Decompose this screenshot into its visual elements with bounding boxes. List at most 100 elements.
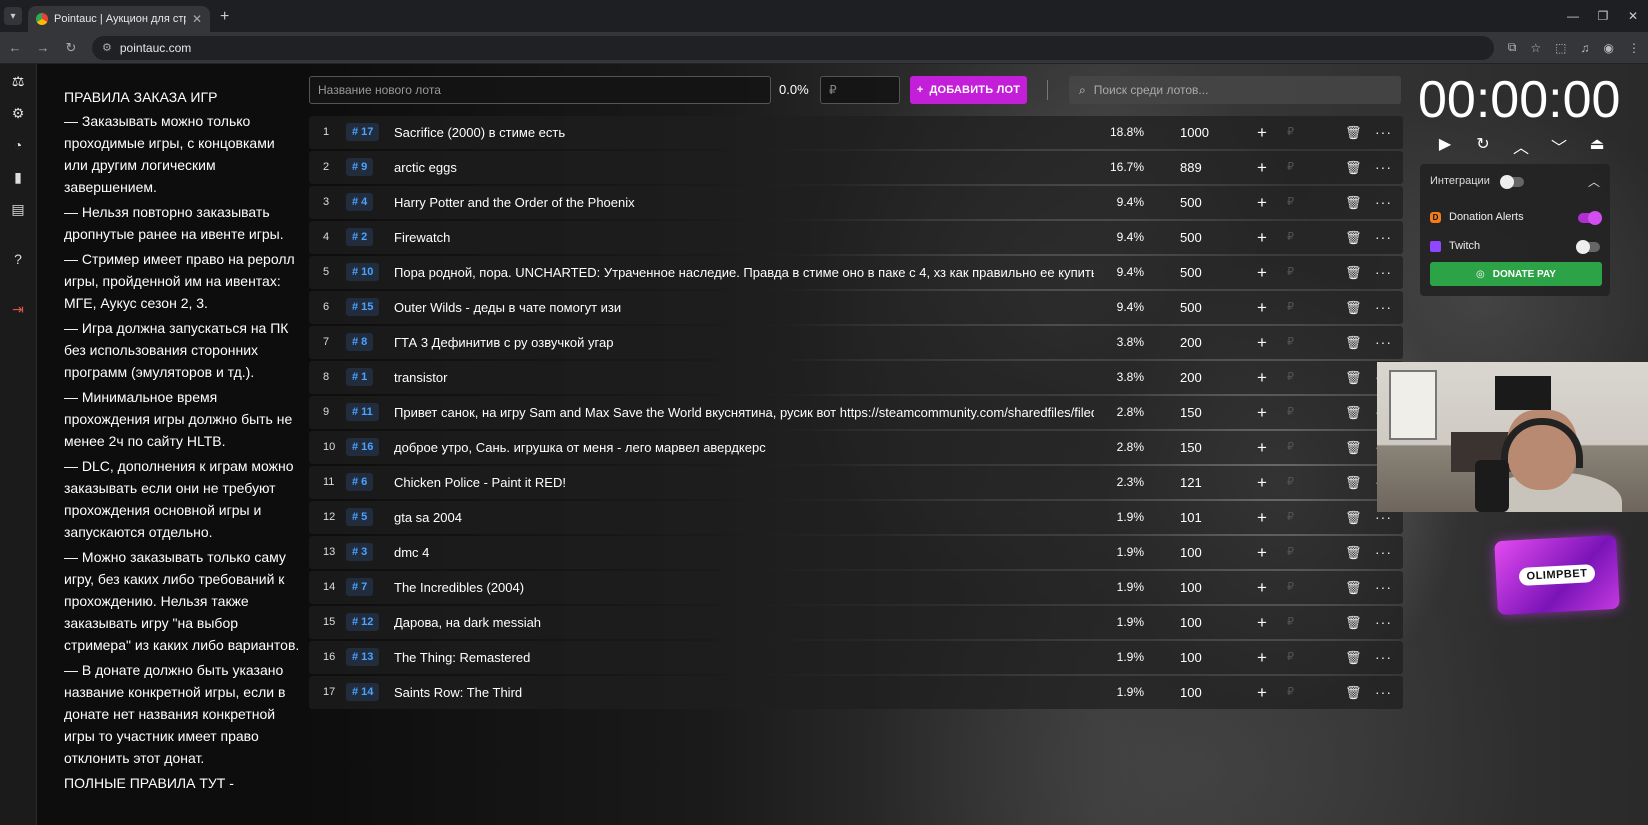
lot-id-badge[interactable]: # 15 bbox=[346, 298, 380, 316]
add-amount-plus-icon[interactable]: + bbox=[1257, 186, 1267, 219]
delete-trash-icon[interactable]: 🗑 bbox=[1345, 256, 1362, 289]
lot-name[interactable]: Firewatch bbox=[394, 221, 1094, 254]
delete-trash-icon[interactable]: 🗑 bbox=[1345, 116, 1362, 149]
add-amount-plus-icon[interactable]: + bbox=[1257, 571, 1267, 604]
lot-id-badge[interactable]: # 3 bbox=[346, 543, 374, 561]
double-chevron-up-icon[interactable]: ⏏ bbox=[1588, 134, 1606, 158]
lot-id-badge[interactable]: # 10 bbox=[346, 263, 380, 281]
delete-trash-icon[interactable]: 🗑 bbox=[1345, 151, 1362, 184]
lot-amount[interactable]: 121 bbox=[1180, 466, 1202, 499]
wheel-icon[interactable]: ◔ bbox=[7, 134, 29, 156]
bookmark-star-icon[interactable]: ☆ bbox=[1530, 41, 1541, 55]
lot-amount[interactable]: 500 bbox=[1180, 186, 1202, 219]
translate-icon[interactable]: ⧉ bbox=[1508, 40, 1517, 55]
reload-icon[interactable]: ↻ bbox=[64, 40, 78, 56]
lot-id-badge[interactable]: # 5 bbox=[346, 508, 374, 526]
maximize-icon[interactable]: ❐ bbox=[1588, 9, 1618, 23]
delete-trash-icon[interactable]: 🗑 bbox=[1345, 361, 1362, 394]
add-amount-plus-icon[interactable]: + bbox=[1257, 151, 1267, 184]
tab-list-button[interactable]: ▾ bbox=[4, 7, 22, 25]
lot-name[interactable]: доброе утро, Сань. игрушка от меня - лег… bbox=[394, 431, 1094, 464]
delete-trash-icon[interactable]: 🗑 bbox=[1345, 326, 1362, 359]
new-lot-amount-input[interactable]: ₽ bbox=[820, 76, 900, 104]
lot-amount[interactable]: 200 bbox=[1180, 326, 1202, 359]
lot-name[interactable]: Дарова, на dark messiah bbox=[394, 606, 1094, 639]
ruble-input[interactable]: ₽ bbox=[1287, 466, 1294, 499]
delete-trash-icon[interactable]: 🗑 bbox=[1345, 501, 1362, 534]
lot-id-badge[interactable]: # 12 bbox=[346, 613, 380, 631]
lot-name[interactable]: The Incredibles (2004) bbox=[394, 571, 1094, 604]
add-amount-plus-icon[interactable]: + bbox=[1257, 466, 1267, 499]
lot-name[interactable]: Outer Wilds - деды в чате помогут изи bbox=[394, 291, 1094, 324]
ruble-input[interactable]: ₽ bbox=[1287, 291, 1294, 324]
ruble-input[interactable]: ₽ bbox=[1287, 676, 1294, 709]
delete-trash-icon[interactable]: 🗑 bbox=[1345, 396, 1362, 429]
site-info-icon[interactable]: ⚙ bbox=[102, 41, 112, 54]
ruble-input[interactable]: ₽ bbox=[1287, 361, 1294, 394]
lot-name[interactable]: The Thing: Remastered bbox=[394, 641, 1094, 674]
more-options-icon[interactable]: ··· bbox=[1375, 676, 1392, 709]
reset-icon[interactable]: ↻ bbox=[1474, 134, 1492, 158]
lot-name[interactable]: Harry Potter and the Order of the Phoeni… bbox=[394, 186, 1094, 219]
ruble-input[interactable]: ₽ bbox=[1287, 186, 1294, 219]
lot-amount[interactable]: 100 bbox=[1180, 536, 1202, 569]
ruble-input[interactable]: ₽ bbox=[1287, 641, 1294, 674]
menu-icon[interactable]: ⋮ bbox=[1628, 41, 1640, 55]
chevron-up-icon[interactable]: ︿ bbox=[1512, 134, 1530, 158]
lot-id-badge[interactable]: # 14 bbox=[346, 683, 380, 701]
delete-trash-icon[interactable]: 🗑 bbox=[1345, 676, 1362, 709]
lot-id-badge[interactable]: # 17 bbox=[346, 123, 380, 141]
more-options-icon[interactable]: ··· bbox=[1375, 326, 1392, 359]
add-amount-plus-icon[interactable]: + bbox=[1257, 536, 1267, 569]
lot-amount[interactable]: 150 bbox=[1180, 396, 1202, 429]
more-options-icon[interactable]: ··· bbox=[1375, 151, 1392, 184]
help-icon[interactable]: ? bbox=[7, 248, 29, 270]
ruble-input[interactable]: ₽ bbox=[1287, 326, 1294, 359]
more-options-icon[interactable]: ··· bbox=[1375, 641, 1392, 674]
lot-name[interactable]: gta sa 2004 bbox=[394, 501, 1094, 534]
more-options-icon[interactable]: ··· bbox=[1375, 606, 1392, 639]
forward-icon[interactable]: → bbox=[36, 40, 50, 55]
close-tab-icon[interactable]: ✕ bbox=[192, 12, 202, 26]
more-options-icon[interactable]: ··· bbox=[1375, 116, 1392, 149]
more-options-icon[interactable]: ··· bbox=[1375, 291, 1392, 324]
extensions-icon[interactable]: ⬚ bbox=[1555, 41, 1566, 55]
delete-trash-icon[interactable]: 🗑 bbox=[1345, 221, 1362, 254]
add-amount-plus-icon[interactable]: + bbox=[1257, 256, 1267, 289]
delete-trash-icon[interactable]: 🗑 bbox=[1345, 431, 1362, 464]
settings-gear-icon[interactable]: ⚙ bbox=[7, 102, 29, 124]
statistics-icon[interactable]: ▮ bbox=[7, 166, 29, 188]
lot-id-badge[interactable]: # 13 bbox=[346, 648, 380, 666]
lot-amount[interactable]: 150 bbox=[1180, 431, 1202, 464]
lot-amount[interactable]: 100 bbox=[1180, 676, 1202, 709]
lot-amount[interactable]: 101 bbox=[1180, 501, 1202, 534]
play-icon[interactable]: ▶ bbox=[1436, 134, 1454, 158]
delete-trash-icon[interactable]: 🗑 bbox=[1345, 291, 1362, 324]
lot-id-badge[interactable]: # 6 bbox=[346, 473, 374, 491]
ruble-input[interactable]: ₽ bbox=[1287, 571, 1294, 604]
ruble-input[interactable]: ₽ bbox=[1287, 151, 1294, 184]
lot-id-badge[interactable]: # 11 bbox=[346, 403, 379, 421]
lot-name[interactable]: dmc 4 bbox=[394, 536, 1094, 569]
add-amount-plus-icon[interactable]: + bbox=[1257, 501, 1267, 534]
history-clipboard-icon[interactable]: ▤ bbox=[7, 198, 29, 220]
lot-id-badge[interactable]: # 9 bbox=[346, 158, 374, 176]
delete-trash-icon[interactable]: 🗑 bbox=[1345, 186, 1362, 219]
add-amount-plus-icon[interactable]: + bbox=[1257, 116, 1267, 149]
new-lot-name-input[interactable]: Название нового лота bbox=[309, 76, 771, 104]
new-tab-button[interactable]: + bbox=[220, 8, 229, 26]
ruble-input[interactable]: ₽ bbox=[1287, 431, 1294, 464]
lot-amount[interactable]: 100 bbox=[1180, 571, 1202, 604]
lot-id-badge[interactable]: # 1 bbox=[346, 368, 374, 386]
ruble-input[interactable]: ₽ bbox=[1287, 536, 1294, 569]
add-amount-plus-icon[interactable]: + bbox=[1257, 326, 1267, 359]
ruble-input[interactable]: ₽ bbox=[1287, 501, 1294, 534]
ruble-input[interactable]: ₽ bbox=[1287, 116, 1294, 149]
delete-trash-icon[interactable]: 🗑 bbox=[1345, 466, 1362, 499]
delete-trash-icon[interactable]: 🗑 bbox=[1345, 641, 1362, 674]
lot-name[interactable]: Пора родной, пора. UNCHARTED: Утраченное… bbox=[394, 256, 1094, 289]
collapse-chevron-icon[interactable]: ︿ bbox=[1588, 173, 1600, 190]
lot-name[interactable]: Sacrifice (2000) в стиме есть bbox=[394, 116, 1094, 149]
lot-amount[interactable]: 889 bbox=[1180, 151, 1202, 184]
ruble-input[interactable]: ₽ bbox=[1287, 256, 1294, 289]
